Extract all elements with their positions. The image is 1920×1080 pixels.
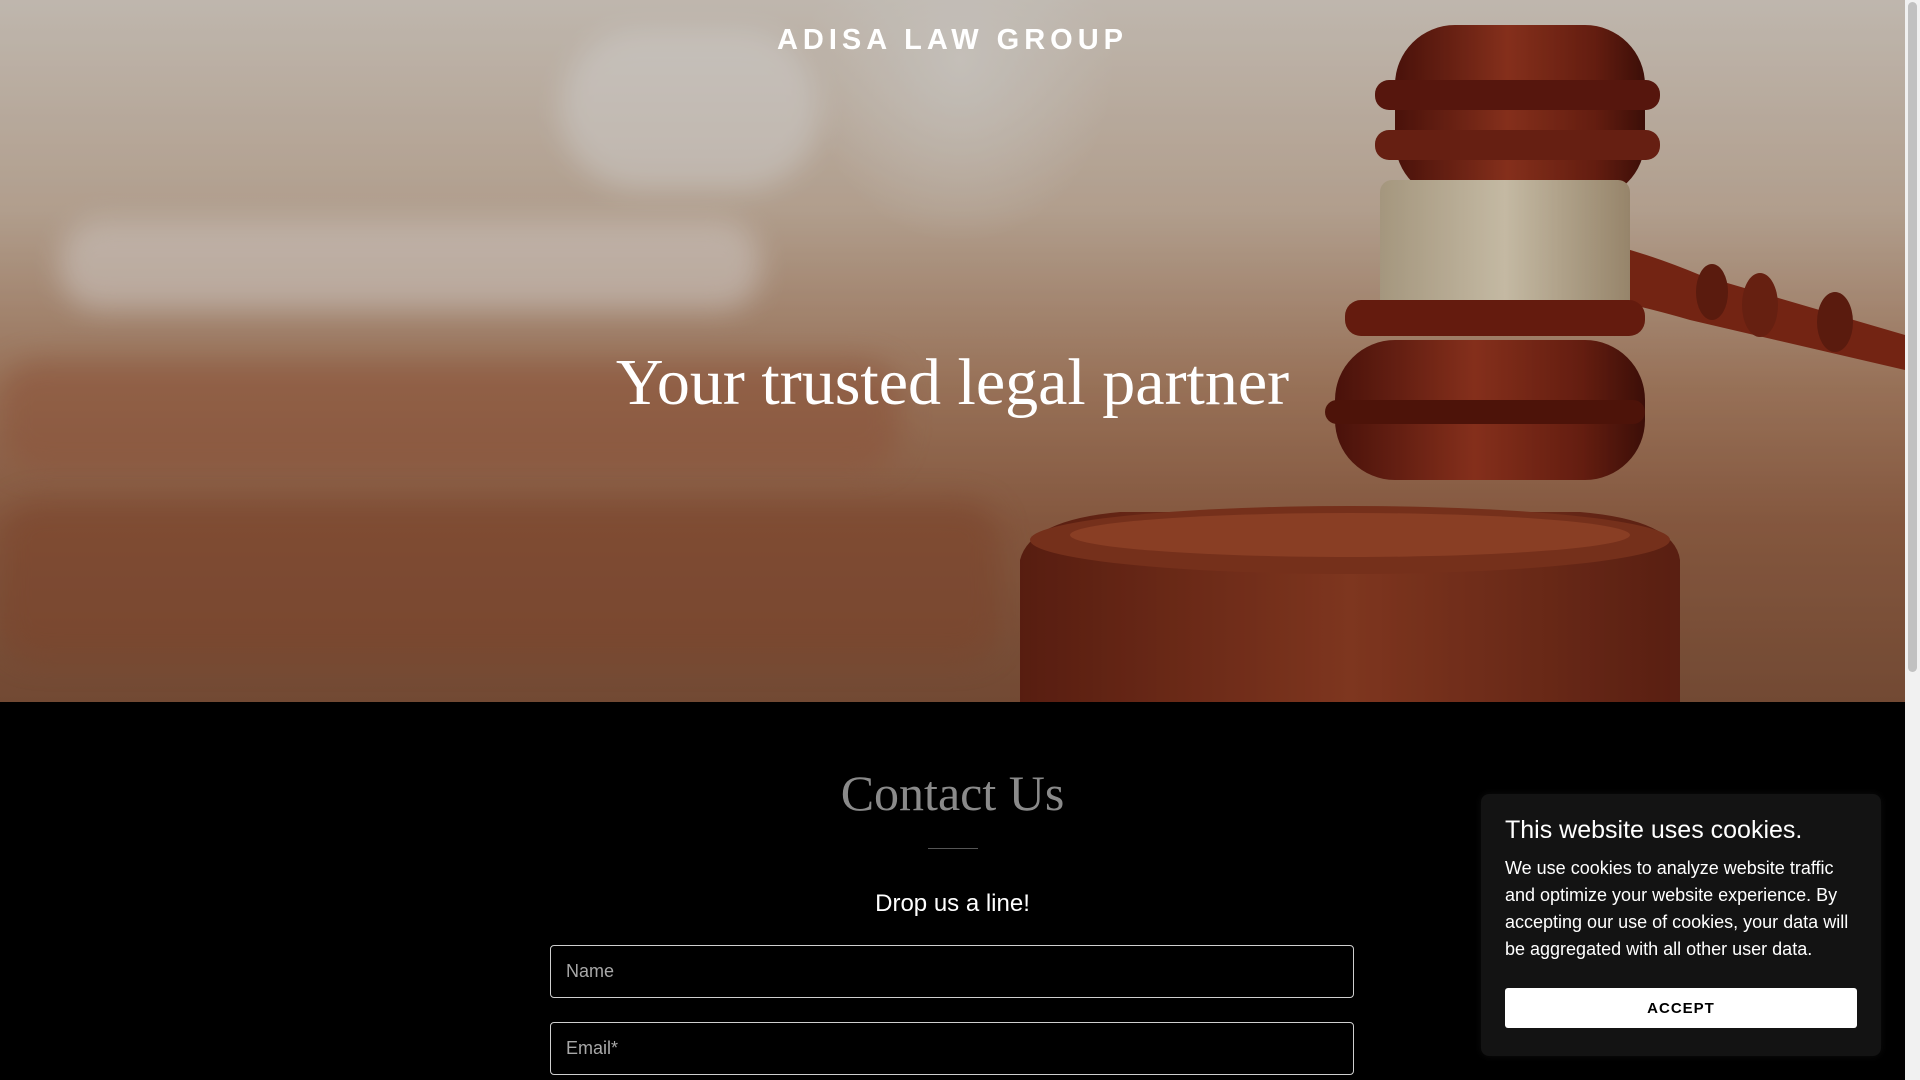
- site-brand[interactable]: ADISA LAW GROUP: [0, 24, 1905, 57]
- accept-button[interactable]: ACCEPT: [1505, 988, 1857, 1028]
- cookie-title: This website uses cookies.: [1505, 816, 1803, 844]
- name-field[interactable]: [550, 945, 1354, 998]
- page-scrollbar[interactable]: [1905, 0, 1920, 1080]
- hero-section: ADISA LAW GROUP Your trusted legal partn…: [0, 0, 1905, 702]
- scrollbar-thumb[interactable]: [1908, 2, 1917, 672]
- cookie-banner: This website uses cookies. We use cookie…: [1481, 794, 1881, 1056]
- page: ADISA LAW GROUP Your trusted legal partn…: [0, 0, 1920, 1080]
- hero-tagline: Your trusted legal partner: [615, 346, 1290, 419]
- cookie-text: We use cookies to analyze website traffi…: [1505, 858, 1849, 959]
- section-divider: [928, 848, 978, 849]
- email-field[interactable]: [550, 1022, 1354, 1075]
